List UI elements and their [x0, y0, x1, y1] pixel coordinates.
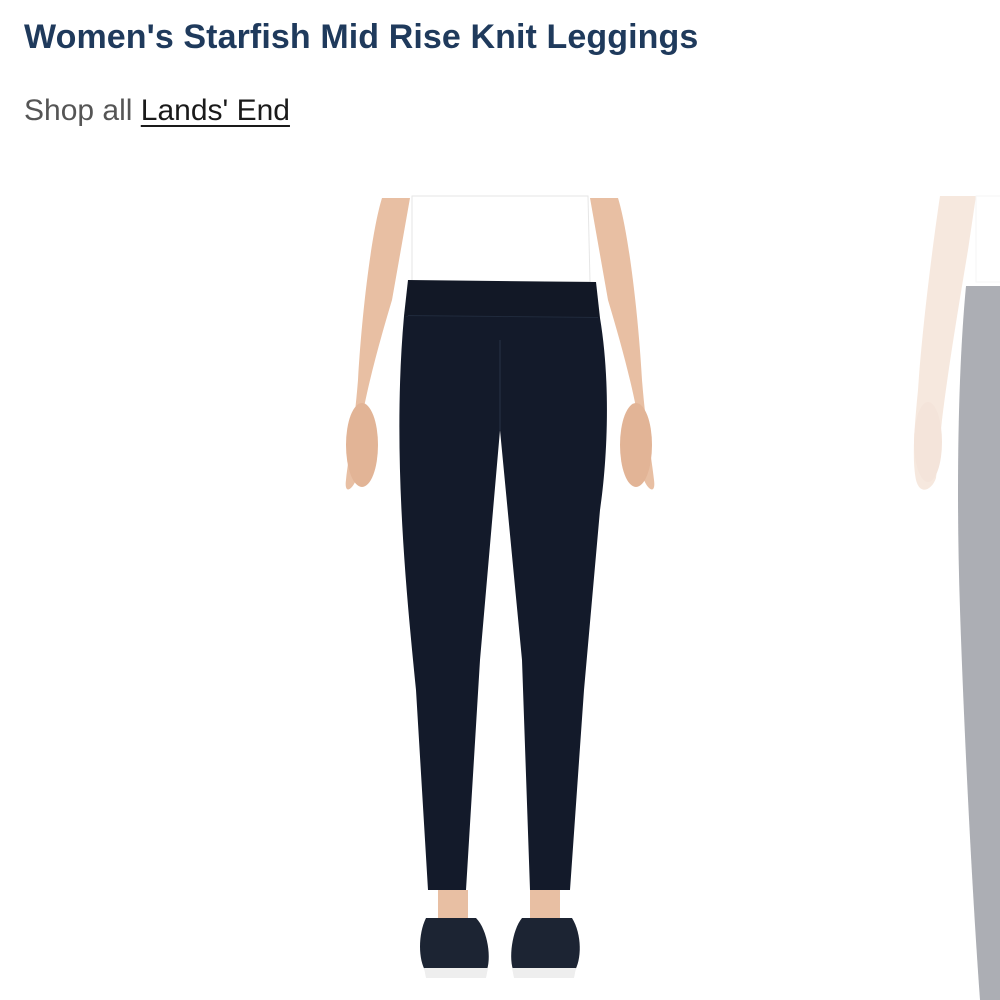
model-legging-illustration [345, 195, 655, 978]
product-image-next[interactable] [880, 190, 1000, 1000]
shop-all-label: Shop all [24, 94, 133, 127]
product-image-carousel[interactable] [0, 190, 1000, 1000]
brand-link[interactable]: Lands' End [141, 94, 290, 127]
model-side-illustration [913, 195, 1000, 1000]
brand-line: Shop all Lands' End [24, 94, 290, 128]
product-image-main[interactable] [300, 190, 700, 1000]
product-title: Women's Starfish Mid Rise Knit Leggings [24, 18, 699, 56]
product-page: Women's Starfish Mid Rise Knit Leggings … [0, 0, 1000, 1000]
